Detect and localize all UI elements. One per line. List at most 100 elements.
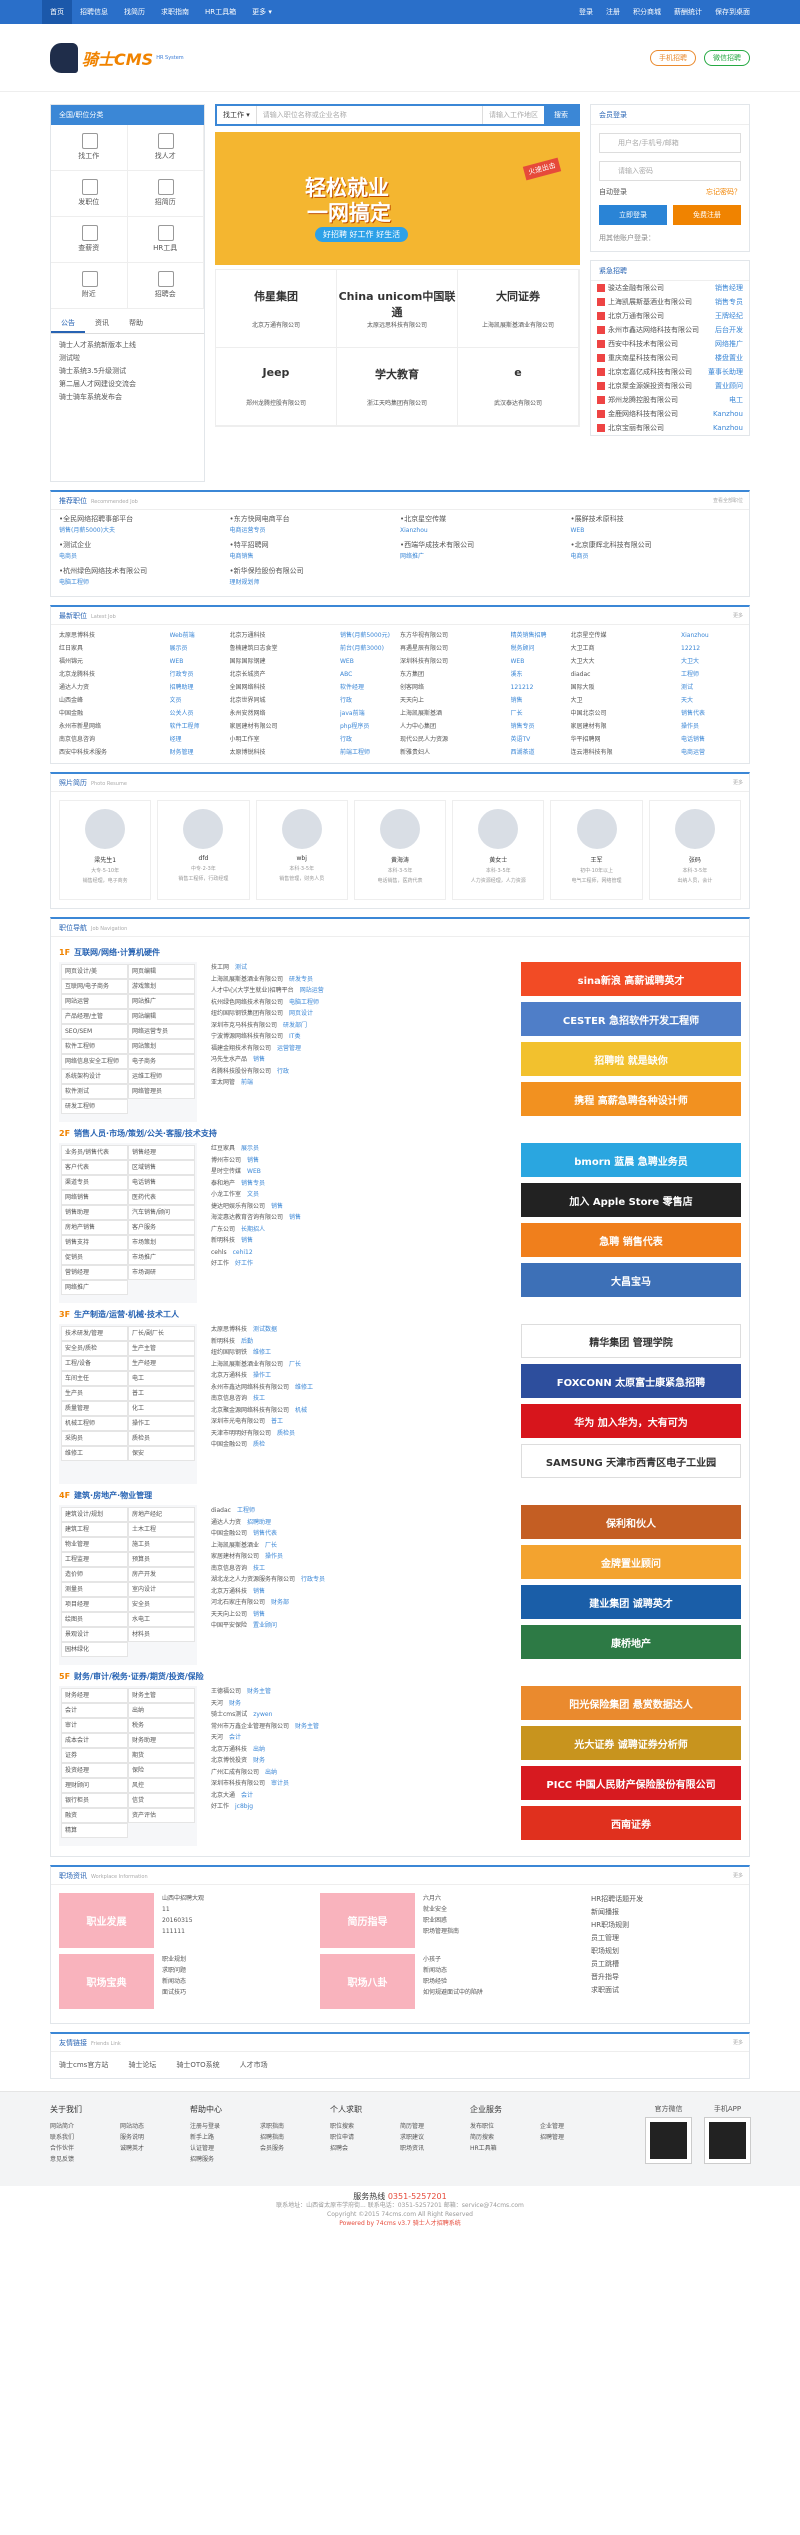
category-tag[interactable]: 质检员 (128, 1431, 195, 1446)
latest-job-row[interactable]: 北京长城资产 ABC (230, 668, 401, 681)
footer-link[interactable]: 认证管理 (190, 2143, 260, 2154)
category-header[interactable]: 全国/职位分类 (51, 105, 204, 125)
latest-job-row[interactable]: 深圳科技有限公司 WEB (400, 655, 571, 668)
login-button[interactable]: 立即登录 (599, 205, 667, 225)
category-job[interactable]: 北京万通科技 操作工 (211, 1370, 521, 1382)
job-name[interactable]: 厂长 (289, 1361, 301, 1368)
category-tag[interactable]: 区域销售 (128, 1160, 195, 1175)
latest-job-row[interactable]: 家居建材有限公司 php程序员 (230, 720, 401, 733)
category-tag[interactable]: 工程/设备 (61, 1356, 128, 1371)
password-input[interactable]: 请输入密码 (599, 161, 741, 181)
ad-banner[interactable]: 大昌宝马 (521, 1263, 741, 1297)
latest-job-row[interactable]: 创客网络 121212 (400, 681, 571, 694)
job-name[interactable]: 网页设计 (289, 1010, 313, 1017)
job-name[interactable]: 销售 (253, 1056, 265, 1063)
job-name[interactable]: 销售专员 (511, 720, 571, 733)
category-tag[interactable]: 促销员 (61, 1250, 128, 1265)
ad-banner[interactable]: 保利和伙人 (521, 1505, 741, 1539)
tab-notice[interactable]: 公告 (51, 315, 85, 333)
latest-job-row[interactable]: 大卫 天大 (571, 694, 742, 707)
category-tag[interactable]: 软件工程师 (61, 1039, 128, 1054)
category-tag[interactable]: 银行柜员 (61, 1793, 128, 1808)
category-tag[interactable]: 出纳 (128, 1703, 195, 1718)
tab-help[interactable]: 帮助 (119, 315, 153, 333)
footer-link[interactable]: 求职指南 (260, 2121, 330, 2132)
job-name[interactable]: 财务主管 (295, 1723, 319, 1730)
register-link[interactable]: 注册 (606, 7, 620, 17)
category-job[interactable]: 中国平安保险 置业顾问 (211, 1620, 521, 1632)
resume-card[interactable]: wbj 本科·3-5年 销售管理，财务人员 (255, 800, 348, 900)
urgent-row[interactable]: 北京万通有限公司 王牌经纪 (591, 309, 749, 323)
ad-banner[interactable]: bmorn 蓝晨 急聘业务员 (521, 1143, 741, 1177)
latest-job-row[interactable]: 家居建材有限 操作员 (571, 720, 742, 733)
job-name[interactable]: 行政 (340, 694, 400, 707)
latest-job-row[interactable]: 大卫大大 大卫大 (571, 655, 742, 668)
category-job[interactable]: 天河 会计 (211, 1732, 521, 1744)
latest-job-row[interactable]: 东方集团 溪东 (400, 668, 571, 681)
news-image[interactable]: 职业发展 (59, 1893, 154, 1948)
latest-job-row[interactable]: 国际大阪 测试 (571, 681, 742, 694)
latest-job-row[interactable]: 天天向上 销售 (400, 694, 571, 707)
job-name[interactable]: 网站运营 (300, 987, 324, 994)
category-job[interactable]: 福建金翔技术有限公司 运营管理 (211, 1043, 521, 1055)
category-tag[interactable]: 生产主管 (128, 1341, 195, 1356)
category-tag[interactable]: 财务主管 (128, 1688, 195, 1703)
ad-banner[interactable]: 建业集团 诚聘英才 (521, 1585, 741, 1619)
latest-job-row[interactable]: 小明工作室 行政 (230, 733, 401, 746)
job-name[interactable]: 维修工 (295, 1384, 313, 1391)
recommended-item[interactable]: •北京星空传媒 Xianzhou (400, 514, 571, 540)
more-link[interactable]: 更多 (733, 607, 743, 625)
footer-link[interactable]: 发布职位 (470, 2121, 540, 2132)
category-tag[interactable]: 绘图员 (61, 1612, 128, 1627)
news-side-item[interactable]: 新闻播报 (591, 1906, 741, 1919)
latest-job-row[interactable]: 永州安然网络 java前端 (230, 707, 401, 720)
category-tag[interactable]: 预算员 (128, 1552, 195, 1567)
job-name[interactable]: 网络推广 (400, 551, 571, 562)
job-name[interactable]: 前端 (241, 1079, 253, 1086)
category-job[interactable]: 捷达吧娱乐有限公司 销售 (211, 1201, 521, 1213)
category-tag[interactable]: 采购员 (61, 1431, 128, 1446)
job-name[interactable]: 财务 (253, 1757, 265, 1764)
register-button[interactable]: 免费注册 (673, 205, 741, 225)
category-job[interactable]: 海淀惠达教育咨询有限公司 销售 (211, 1212, 521, 1224)
category-job[interactable]: 冯先生水产品 销售 (211, 1054, 521, 1066)
category-job[interactable]: 家居建材有限公司 操作员 (211, 1551, 521, 1563)
category-tag[interactable]: 财务经理 (61, 1688, 128, 1703)
category-job[interactable]: 深圳市光电有限公司 普工 (211, 1416, 521, 1428)
category-job[interactable]: 小龙工作室 文员 (211, 1189, 521, 1201)
hero-banner[interactable]: 轻松就业 一网搞定 好招聘 好工作 好生活 火速出击 (215, 132, 580, 265)
job-name[interactable]: 财务 (229, 1700, 241, 1707)
latest-job-row[interactable]: 大卫工商 12212 (571, 642, 742, 655)
resume-card[interactable]: 黄女士 本科·3-5年 人力资源经理，人力资源 (452, 800, 545, 900)
category-job[interactable]: 深圳市科技有限公司 审计员 (211, 1778, 521, 1790)
footer-link[interactable]: 新手上路 (190, 2132, 260, 2143)
recommended-item[interactable]: •全民网络招聘事部平台 销售(月薪5000)大夫 (59, 514, 230, 540)
job-name[interactable]: 厂长 (511, 707, 571, 720)
company-card[interactable]: 武汉泰达有限公司 e (457, 348, 579, 426)
job-name[interactable]: 销售 (253, 1588, 265, 1595)
category-tag[interactable]: 投资经理 (61, 1763, 128, 1778)
login-link[interactable]: 登录 (579, 7, 593, 17)
category-job[interactable]: 广州汇成有限公司 出纳 (211, 1767, 521, 1779)
category-tag[interactable]: 项目经理 (61, 1597, 128, 1612)
category-tag[interactable]: 运维工程师 (128, 1069, 195, 1084)
job-name[interactable]: 厂长 (265, 1542, 277, 1549)
save-desktop-link[interactable]: 保存到桌面 (715, 7, 750, 17)
job-name[interactable]: 技工 (253, 1565, 265, 1572)
job-name[interactable]: 电话销售 (681, 733, 741, 746)
category-tag[interactable]: 税务 (128, 1718, 195, 1733)
job-name[interactable]: php程序员 (340, 720, 400, 733)
job-name[interactable]: 机械 (295, 1407, 307, 1414)
news-item[interactable]: 111111 (162, 1926, 320, 1937)
job-name[interactable]: 西湖茶道 (511, 746, 571, 759)
notice-item[interactable]: 骑士系统3.5升级测试 (59, 365, 196, 378)
ad-banner[interactable]: 康桥地产 (521, 1625, 741, 1659)
latest-job-row[interactable]: 华平招聘网 电话销售 (571, 733, 742, 746)
recommended-item[interactable]: •展鲜技术原科技 WEB (571, 514, 742, 540)
footer-link[interactable]: 合作伙伴 (50, 2143, 120, 2154)
footer-link[interactable]: 简历管理 (400, 2121, 470, 2132)
ad-banner[interactable]: 携程 高薪急聘各种设计师 (521, 1082, 741, 1116)
ad-banner[interactable]: 西南证券 (521, 1806, 741, 1840)
news-side-item[interactable]: 求职面试 (591, 1984, 741, 1997)
category-job[interactable]: 上海凯展斯基酒业 厂长 (211, 1540, 521, 1552)
